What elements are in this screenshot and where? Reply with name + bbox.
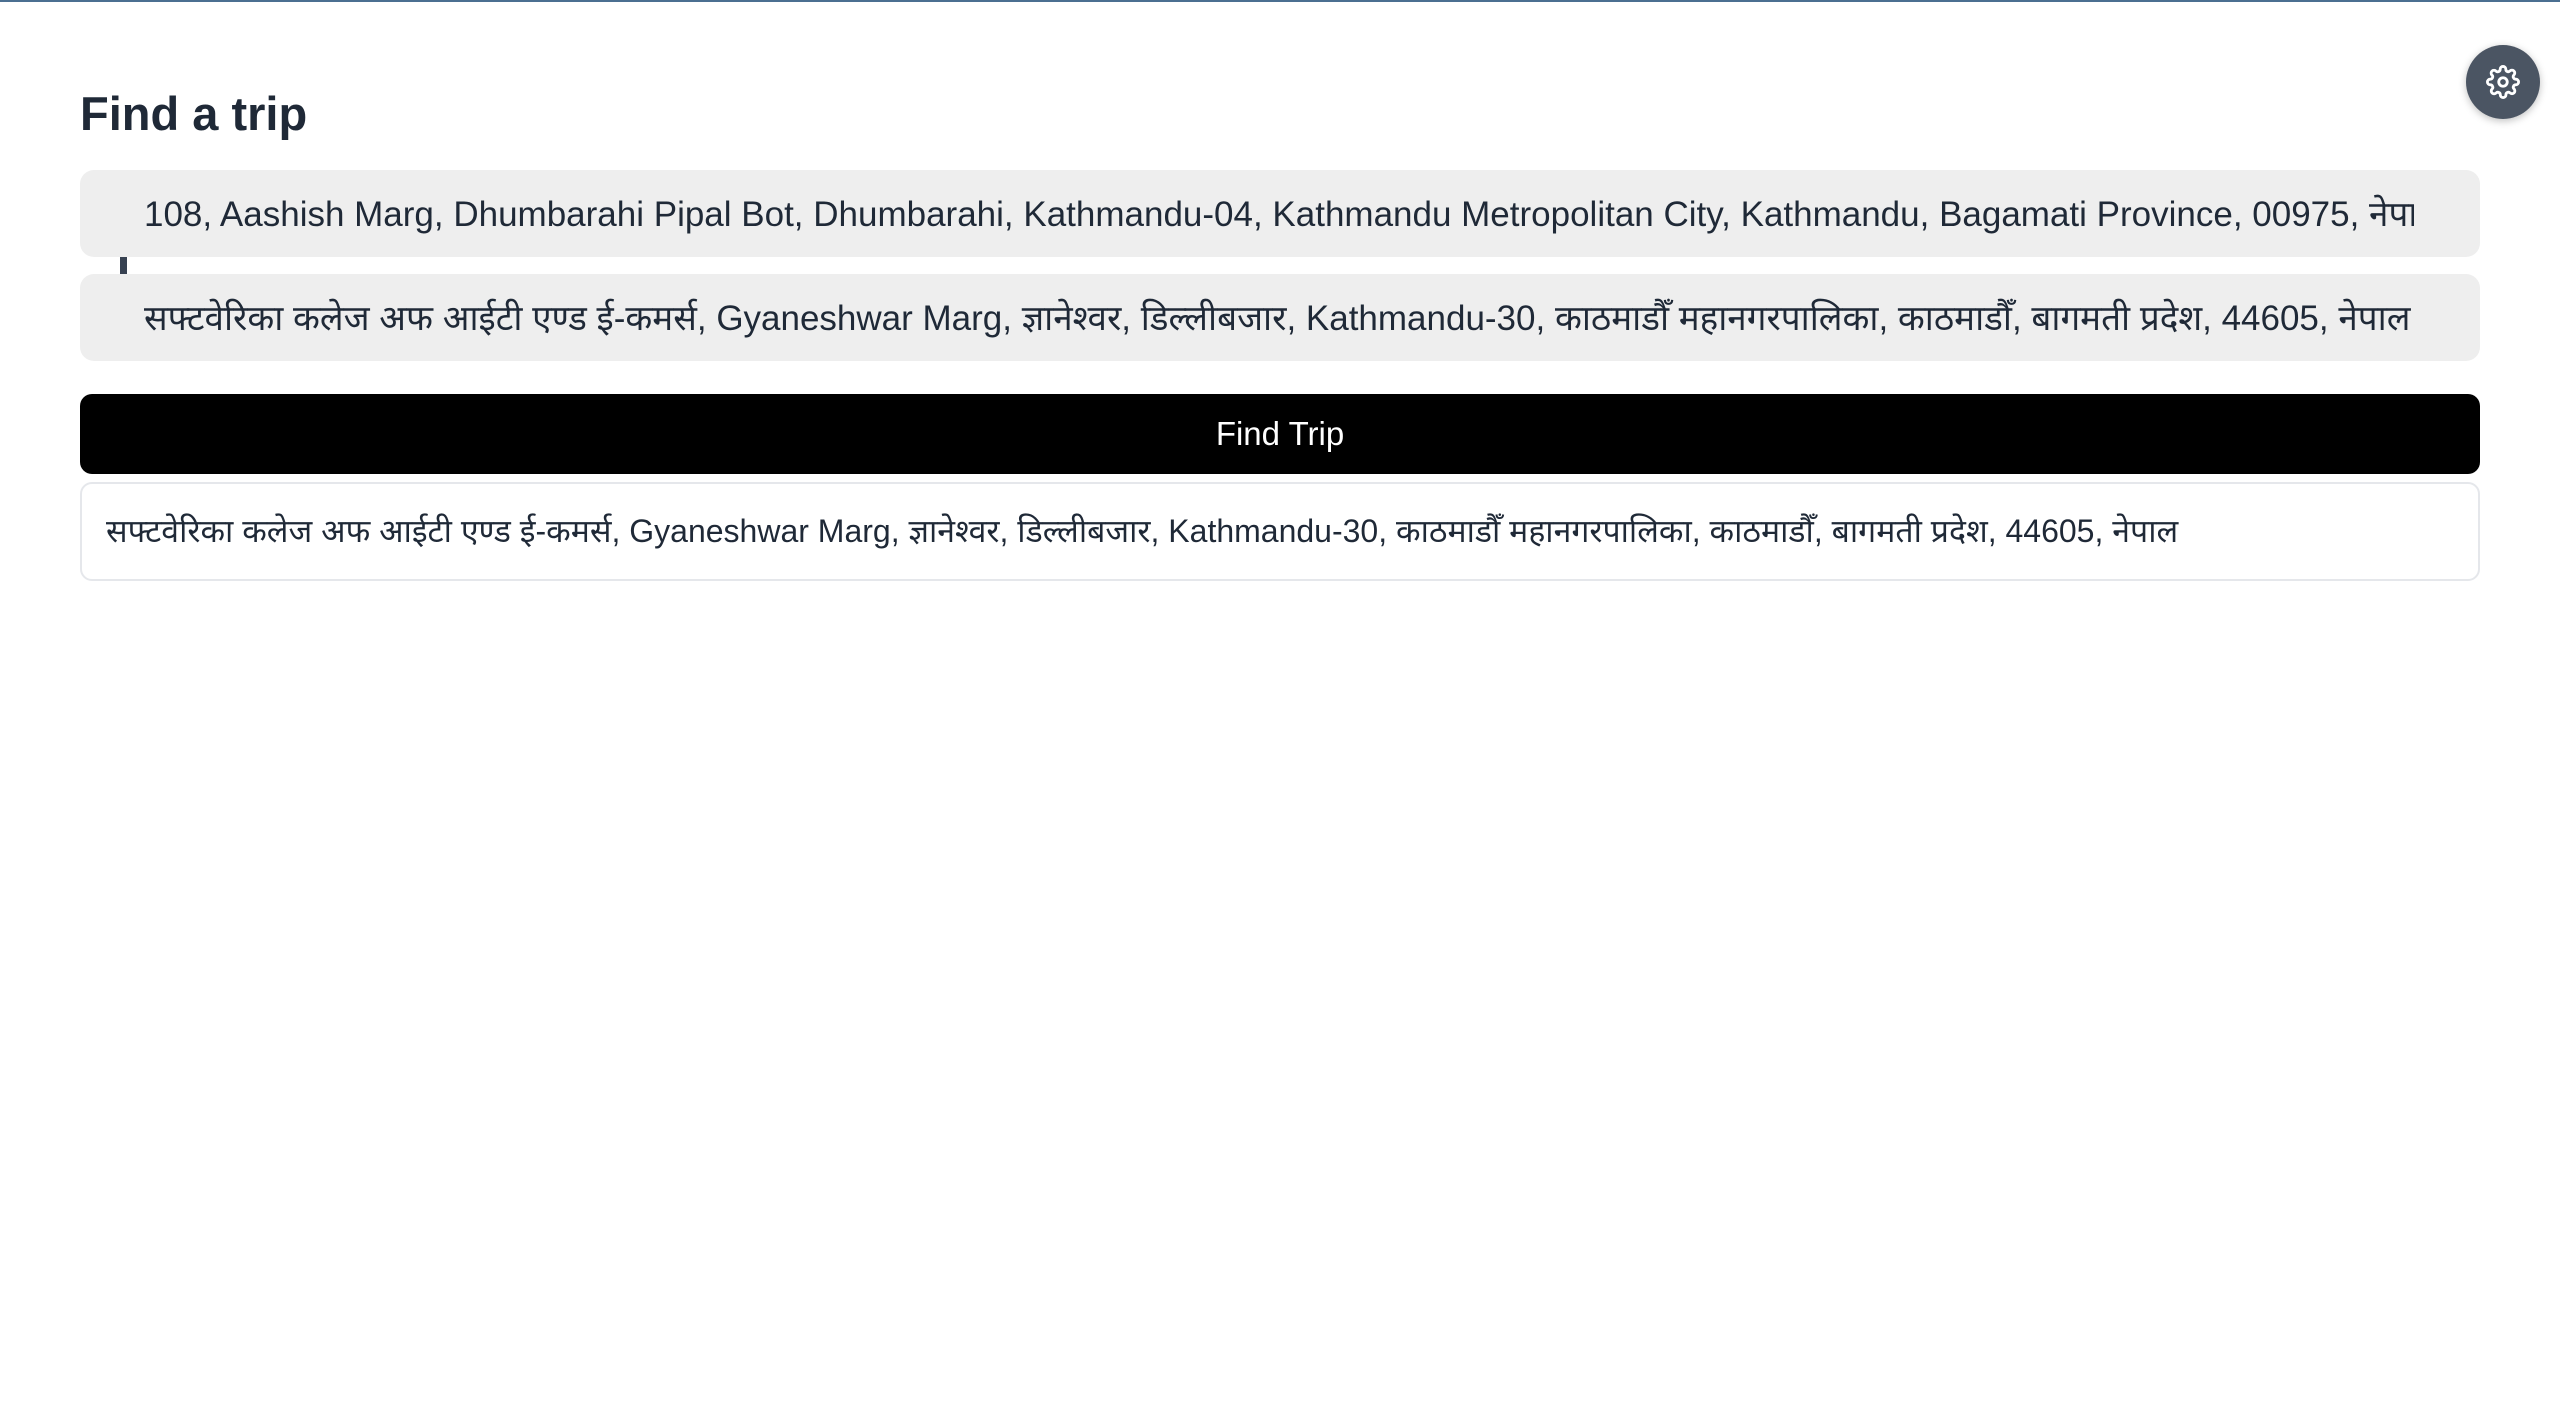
destination-field-wrapper: [80, 274, 2480, 361]
suggestion-list: सफ्टवेरिका कलेज अफ आईटी एण्ड ई-कमर्स, Gy…: [80, 482, 2480, 581]
gear-icon: [2486, 65, 2520, 99]
find-trip-button[interactable]: Find Trip: [80, 394, 2480, 474]
settings-button[interactable]: [2466, 45, 2540, 119]
top-border: [0, 0, 2560, 2]
origin-input[interactable]: [144, 170, 2414, 257]
destination-input[interactable]: [144, 274, 2414, 361]
origin-field-wrapper: [80, 170, 2480, 257]
suggestion-item[interactable]: सफ्टवेरिका कलेज अफ आईटी एण्ड ई-कमर्स, Gy…: [106, 484, 2178, 579]
page-title: Find a trip: [80, 87, 308, 140]
